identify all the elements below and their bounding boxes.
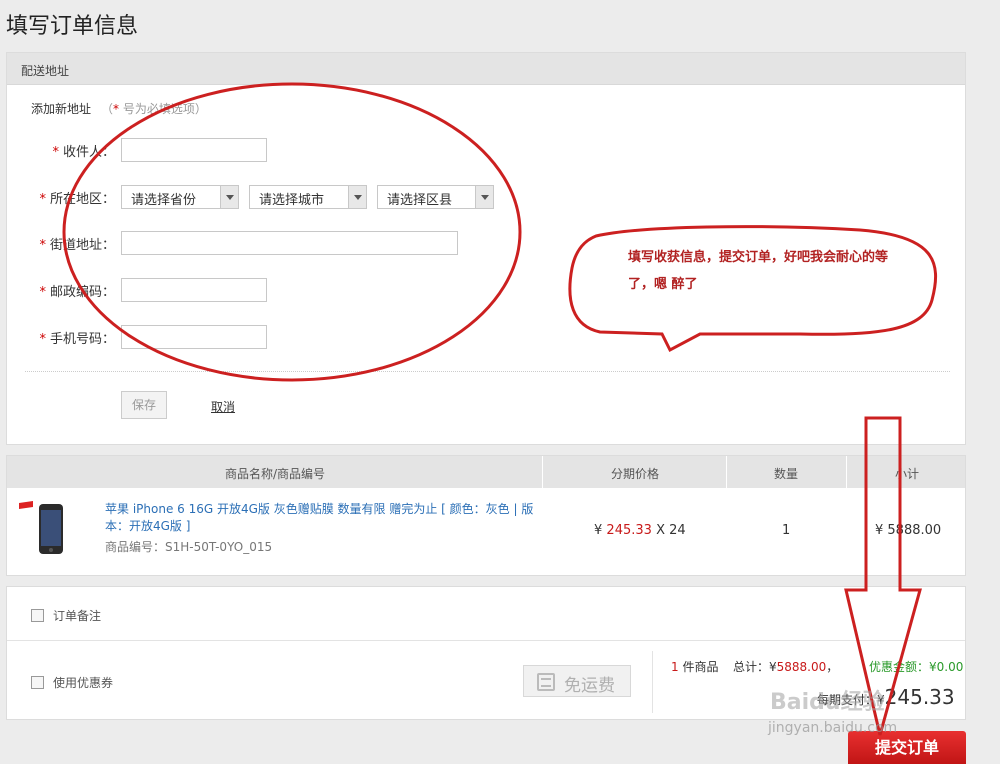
street-row: * 街道地址：	[39, 238, 115, 253]
divider	[25, 371, 950, 372]
province-select[interactable]: 请选择省份	[121, 185, 239, 209]
annotation-callout-text: 填写收获信息，提交订单，好吧我会耐心的等了，嗯 醉了	[628, 250, 889, 292]
order-total: 总计：¥5888.00，	[733, 660, 839, 674]
col-product-name: 商品名称/商品编号	[225, 467, 326, 481]
chevron-down-icon	[348, 186, 366, 208]
baidu-watermark: Baidu经验	[770, 690, 885, 715]
postcode-input[interactable]	[121, 278, 267, 302]
product-name-link[interactable]: 苹果 iPhone 6 16G 开放4G版 灰色赠贴膜 数量有限 赠完为止 [ …	[105, 501, 535, 535]
postcode-row: * 邮政编码：	[39, 285, 115, 300]
required-hint: （* 号为必填选项）	[101, 102, 207, 116]
street-label: 街道地址：	[49, 238, 115, 253]
item-count: 1 件商品	[671, 660, 719, 674]
product-code: 商品编号：S1H-50T-0YO_015	[105, 540, 273, 554]
recipient-row: * 收件人：	[52, 145, 115, 160]
phone-row: * 手机号码：	[39, 332, 115, 347]
phone-label: 手机号码：	[49, 332, 115, 347]
truck-icon	[537, 673, 555, 691]
product-quantity: 1	[782, 523, 791, 538]
discount-amount: 优惠金额：¥0.00	[869, 660, 964, 674]
order-note-label: 订单备注	[53, 609, 102, 623]
city-select[interactable]: 请选择城市	[249, 185, 367, 209]
installment-price: ¥ 245.33 X 24	[594, 523, 686, 538]
col-subtotal: 小计	[895, 467, 920, 481]
add-new-label: 添加新地址	[31, 102, 92, 116]
street-input[interactable]	[121, 231, 458, 255]
save-button[interactable]: 保存	[121, 391, 167, 419]
products-table-header: 商品名称/商品编号 分期价格 数量 小计	[7, 456, 965, 488]
recipient-input[interactable]	[121, 138, 267, 162]
recipient-label: 收件人：	[62, 145, 115, 160]
cancel-link[interactable]: 取消	[211, 398, 235, 415]
order-note-checkbox[interactable]	[31, 609, 44, 622]
coupon-label: 使用优惠券	[53, 676, 114, 690]
col-installment-price: 分期价格	[611, 467, 660, 481]
watermark-url: jingyan.baidu.com	[768, 720, 898, 736]
district-select[interactable]: 请选择区县	[377, 185, 494, 209]
phone-input[interactable]	[121, 325, 267, 349]
product-image[interactable]	[19, 501, 69, 561]
free-shipping-badge: 免运费	[523, 665, 631, 697]
address-header: 配送地址	[7, 53, 965, 85]
product-subtotal: ¥ 5888.00	[875, 523, 942, 538]
page-title: 填写订单信息	[6, 14, 139, 39]
chevron-down-icon	[220, 186, 238, 208]
products-section: 商品名称/商品编号 分期价格 数量 小计 苹果 iPhone 6 16G 开放4…	[6, 455, 966, 576]
region-label: 所在地区：	[49, 192, 115, 207]
coupon-checkbox[interactable]	[31, 676, 44, 689]
chevron-down-icon	[475, 186, 493, 208]
col-quantity: 数量	[774, 467, 799, 481]
region-row: * 所在地区：	[39, 192, 115, 207]
add-new-address-title: 添加新地址 （* 号为必填选项）	[31, 100, 207, 117]
postcode-label: 邮政编码：	[49, 285, 115, 300]
